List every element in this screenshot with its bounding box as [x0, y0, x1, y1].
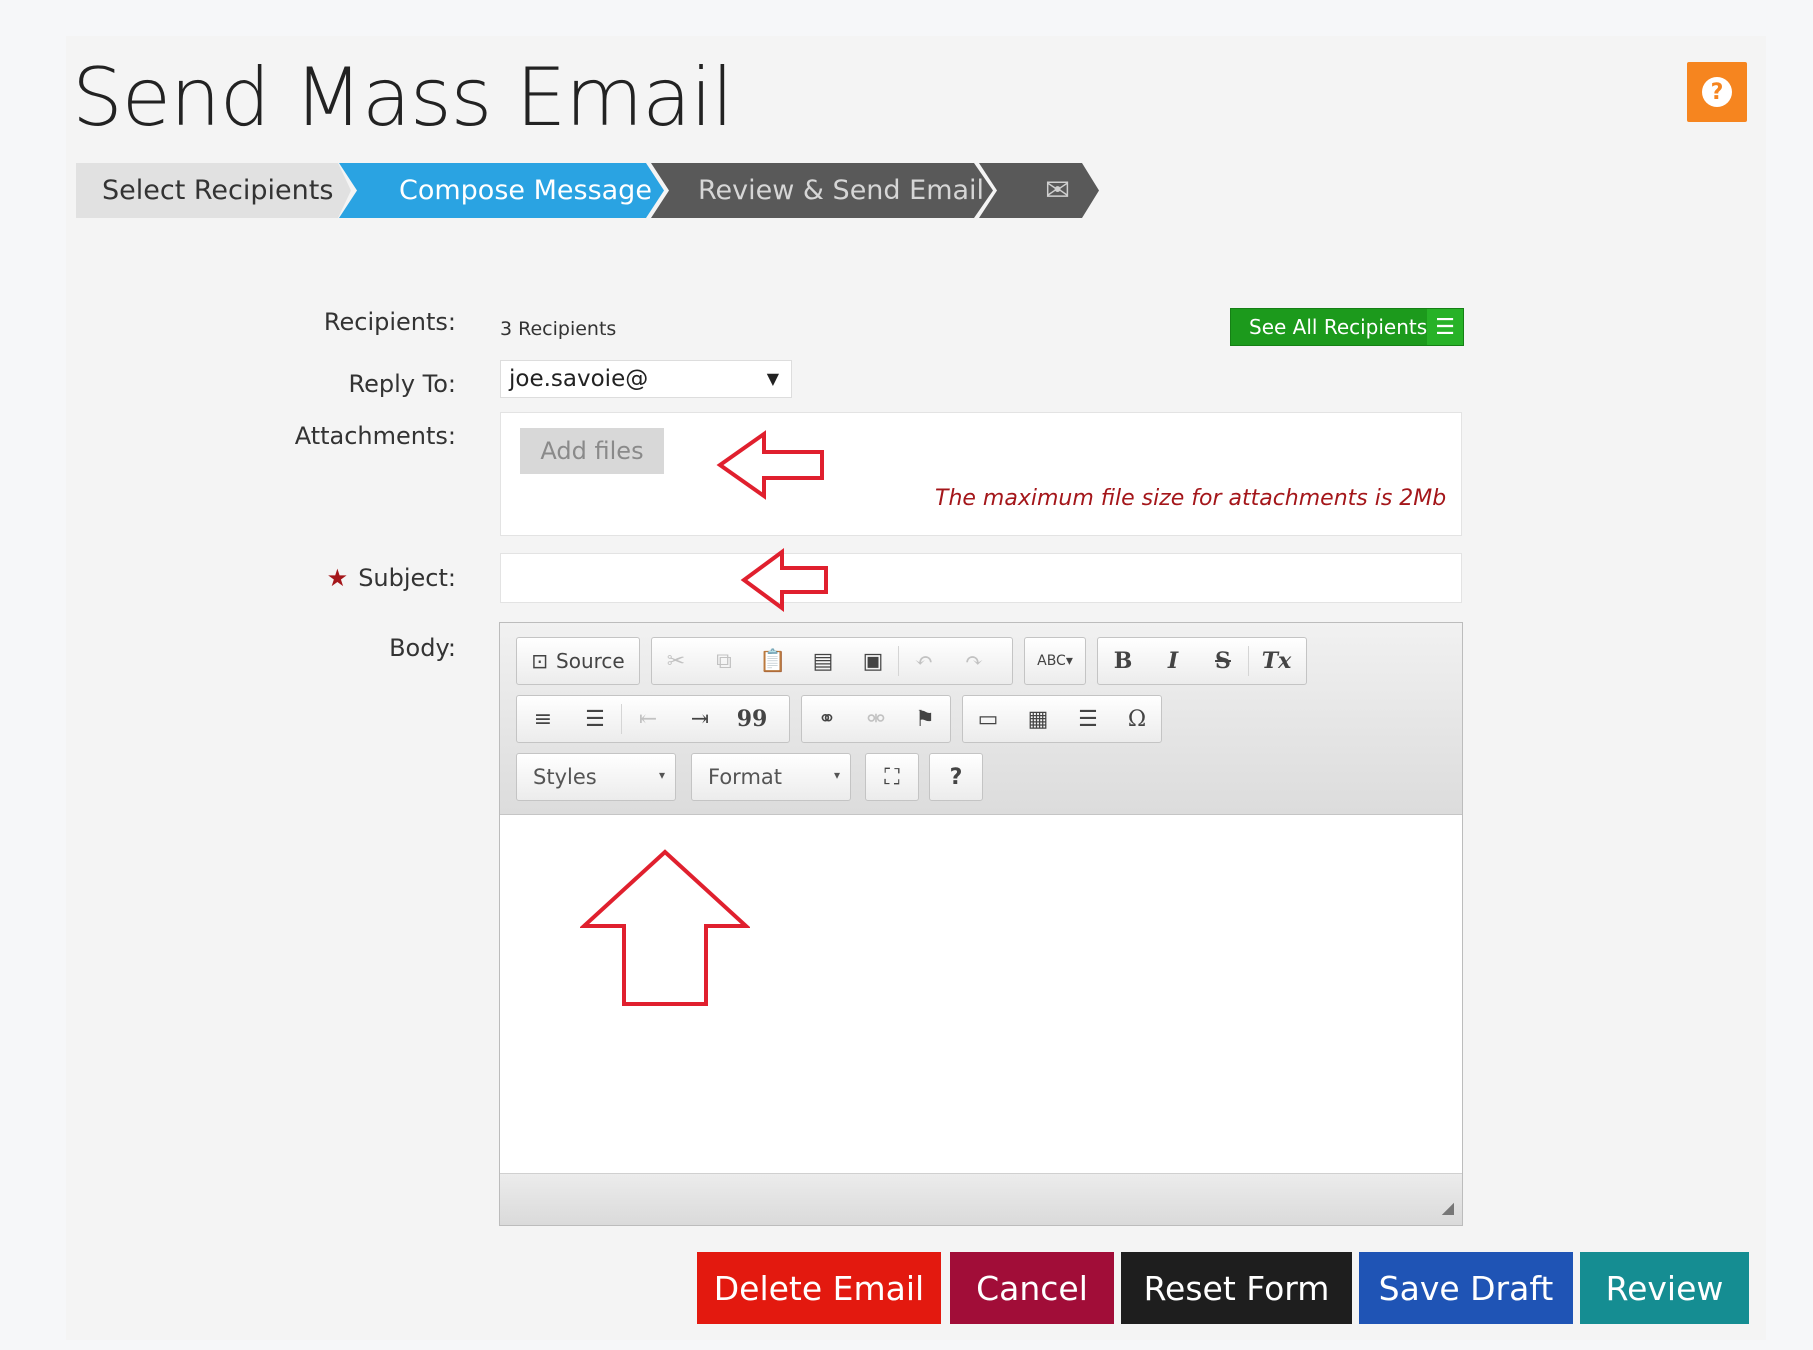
toolbar-group-links: ⚭ ⚮ ⚑	[801, 695, 951, 743]
see-all-recipients-button[interactable]: See All Recipients ☰	[1230, 308, 1464, 346]
paste-icon[interactable]: 📋	[748, 639, 798, 683]
toolbar-group-help: ?	[929, 753, 983, 801]
styles-label: Styles	[533, 765, 597, 789]
reply-to-select[interactable]: joe.savoie@ ▼	[500, 360, 792, 398]
chevron-down-icon: ▾	[658, 768, 665, 782]
annotation-arrow-left-icon	[716, 430, 824, 500]
toolbar-group-maximize: ⛶	[865, 753, 919, 801]
source-label: Source	[556, 649, 625, 673]
cut-icon[interactable]: ✂	[652, 639, 700, 683]
italic-button[interactable]: I	[1148, 639, 1198, 683]
redo-icon[interactable]: ↷	[949, 639, 999, 683]
body-label: Body:	[389, 634, 456, 662]
subject-input[interactable]	[500, 553, 1462, 603]
max-file-size-note: The maximum file size for attachments is…	[935, 486, 1447, 511]
question-icon: ?	[1702, 77, 1732, 107]
page-title: Send Mass Email	[72, 51, 734, 144]
required-star-icon: ★	[326, 564, 349, 592]
reset-form-button[interactable]: Reset Form	[1121, 1252, 1352, 1324]
wizard-step-label: Select Recipients	[102, 175, 334, 206]
recipients-label: Recipients:	[323, 308, 456, 336]
chevron-down-icon: ▼	[766, 369, 779, 388]
toolbar-group-spellcheck: ABC ▾	[1024, 637, 1086, 685]
reply-to-label: Reply To:	[348, 370, 456, 398]
wizard-step-select-recipients[interactable]: Select Recipients	[76, 163, 351, 218]
styles-dropdown[interactable]: Styles ▾	[516, 753, 676, 801]
toolbar-group-insert: ▭ ▦ ☰ Ω	[962, 695, 1162, 743]
help-button[interactable]: ?	[1687, 62, 1747, 122]
undo-icon[interactable]: ↶	[899, 639, 949, 683]
paste-text-icon[interactable]: ▤	[798, 639, 848, 683]
image-icon[interactable]: ▭	[963, 697, 1013, 741]
see-all-label: See All Recipients	[1249, 315, 1428, 339]
spellcheck-icon[interactable]: ABC ▾	[1025, 639, 1085, 683]
editor-help-button[interactable]: ?	[930, 755, 982, 799]
source-icon: ⊡	[531, 649, 549, 673]
editor-toolbar: ⊡ Source ✂ ⧉ 📋 ▤ ▣ ↶ ↷ ABC ▾ B I S Tx ≡ ☰	[500, 623, 1462, 815]
bulleted-list-icon[interactable]: ☰	[569, 697, 621, 741]
wizard-step-review-send[interactable]: Review & Send Email	[651, 163, 993, 218]
list-icon: ☰	[1427, 309, 1463, 345]
reply-to-value: joe.savoie@	[509, 366, 649, 392]
copy-icon[interactable]: ⧉	[700, 639, 748, 683]
anchor-flag-icon[interactable]: ⚑	[900, 697, 950, 741]
horizontal-rule-icon[interactable]: ☰	[1063, 697, 1113, 741]
link-icon[interactable]: ⚭	[802, 697, 852, 741]
strikethrough-button[interactable]: S	[1198, 639, 1248, 683]
table-icon[interactable]: ▦	[1013, 697, 1063, 741]
toolbar-group-lists: ≡ ☰ ⇤ ⇥ 99	[516, 695, 790, 743]
wizard-step-compose-message[interactable]: Compose Message	[339, 163, 664, 218]
editor-status-bar: ◢	[500, 1173, 1462, 1225]
blockquote-button[interactable]: 99	[726, 697, 778, 741]
add-files-button[interactable]: Add files	[520, 428, 664, 474]
wizard-step-label: Review & Send Email	[698, 175, 985, 206]
envelope-icon: ✉	[1045, 173, 1071, 208]
subject-label: ★ Subject:	[156, 564, 456, 592]
format-label: Format	[708, 765, 783, 789]
annotation-arrow-up-icon	[580, 849, 750, 1006]
delete-email-button[interactable]: Delete Email	[697, 1252, 941, 1324]
source-button[interactable]: ⊡ Source	[517, 639, 639, 683]
toolbar-group-basicstyles: B I S Tx	[1097, 637, 1307, 685]
review-button[interactable]: Review	[1580, 1252, 1749, 1324]
recipients-count: 3 Recipients	[500, 318, 617, 340]
format-dropdown[interactable]: Format ▾	[691, 753, 851, 801]
unlink-icon[interactable]: ⚮	[852, 697, 900, 741]
resize-handle-icon[interactable]: ◢	[1442, 1198, 1454, 1217]
toolbar-group-source: ⊡ Source	[516, 637, 640, 685]
remove-format-button[interactable]: Tx	[1249, 639, 1304, 683]
annotation-arrow-left-icon	[740, 548, 828, 612]
wizard-step-label: Compose Message	[399, 175, 652, 206]
maximize-icon[interactable]: ⛶	[866, 755, 918, 799]
wizard-step-send[interactable]: ✉	[979, 163, 1099, 218]
increase-indent-icon[interactable]: ⇥	[674, 697, 726, 741]
decrease-indent-icon[interactable]: ⇤	[622, 697, 674, 741]
numbered-list-icon[interactable]: ≡	[517, 697, 569, 741]
save-draft-button[interactable]: Save Draft	[1359, 1252, 1573, 1324]
cancel-button[interactable]: Cancel	[950, 1252, 1114, 1324]
paste-word-icon[interactable]: ▣	[848, 639, 898, 683]
attachments-label: Attachments:	[294, 422, 456, 450]
special-char-button[interactable]: Ω	[1113, 697, 1161, 741]
subject-label-text: Subject:	[358, 564, 456, 592]
chevron-down-icon: ▾	[833, 768, 840, 782]
toolbar-group-clipboard: ✂ ⧉ 📋 ▤ ▣ ↶ ↷	[651, 637, 1013, 685]
bold-button[interactable]: B	[1098, 639, 1148, 683]
